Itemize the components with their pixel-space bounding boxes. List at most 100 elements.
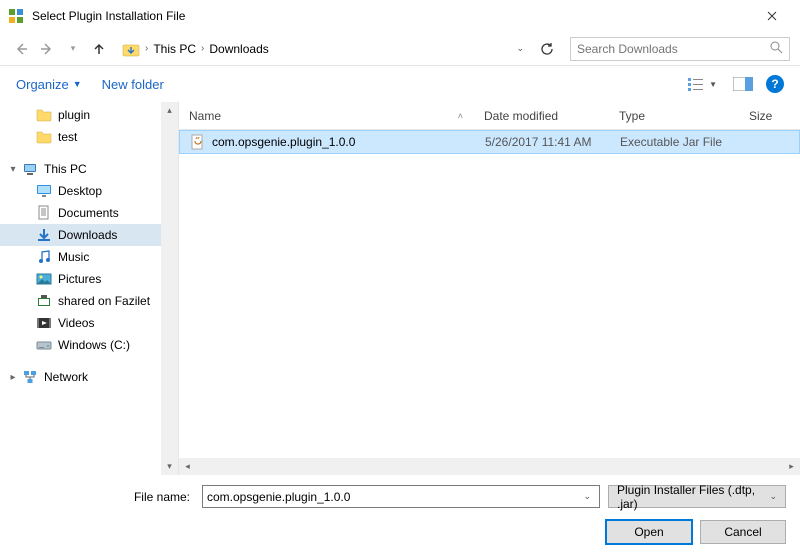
- filename-input[interactable]: [207, 490, 579, 504]
- help-icon: ?: [771, 77, 778, 91]
- help-button[interactable]: ?: [766, 75, 784, 93]
- tree-item-this-pc[interactable]: ▾ This PC: [0, 158, 178, 180]
- column-date[interactable]: Date modified: [474, 102, 609, 129]
- breadcrumb[interactable]: › This PC › Downloads ⌄: [118, 37, 528, 61]
- column-size[interactable]: Size: [739, 102, 800, 129]
- chevron-down-icon: ▼: [73, 79, 82, 89]
- tree-scrollbar[interactable]: ▴ ▾: [161, 102, 178, 475]
- file-date: 5/26/2017 11:41 AM: [475, 135, 610, 149]
- file-name: com.opsgenie.plugin_1.0.0: [212, 135, 355, 149]
- expand-icon[interactable]: ▸: [8, 372, 18, 383]
- arrow-up-icon: [92, 42, 106, 56]
- cancel-button[interactable]: Cancel: [700, 520, 786, 544]
- open-button[interactable]: Open: [606, 520, 692, 544]
- open-label: Open: [634, 525, 663, 539]
- filename-combobox[interactable]: ⌄: [202, 485, 600, 508]
- column-type[interactable]: Type: [609, 102, 739, 129]
- tree-item-label: This PC: [44, 162, 87, 176]
- tree-item-label: Downloads: [58, 228, 117, 242]
- main-area: plugin test ▾ This PC Desktop Documents Downlo…: [0, 102, 800, 475]
- videos-icon: [36, 315, 52, 331]
- tree-item-pictures[interactable]: Pictures: [0, 268, 178, 290]
- breadcrumb-folder[interactable]: Downloads: [209, 42, 268, 56]
- tree-item-label: plugin: [58, 108, 90, 122]
- refresh-button[interactable]: [536, 38, 558, 60]
- column-name-label: Name: [189, 109, 221, 123]
- search-icon: [770, 41, 783, 57]
- back-button[interactable]: [10, 38, 32, 60]
- scroll-right-icon[interactable]: ▸: [783, 458, 800, 475]
- title-bar: Select Plugin Installation File: [0, 0, 800, 32]
- file-row[interactable]: com.opsgenie.plugin_1.0.0 5/26/2017 11:41…: [179, 130, 800, 154]
- file-list: Name˄ Date modified Type Size com.opsgen…: [178, 102, 800, 475]
- pictures-icon: [36, 271, 52, 287]
- tree-item-label: Documents: [58, 206, 119, 220]
- dialog-footer: File name: ⌄ Plugin Installer Files (.dt…: [0, 475, 800, 558]
- chevron-down-icon[interactable]: ⌄: [579, 491, 595, 502]
- file-hscrollbar[interactable]: ◂ ▸: [179, 458, 800, 475]
- new-folder-button[interactable]: New folder: [102, 77, 164, 92]
- tree-item-videos[interactable]: Videos: [0, 312, 178, 334]
- scroll-up-icon[interactable]: ▴: [161, 102, 178, 119]
- tree-item-music[interactable]: Music: [0, 246, 178, 268]
- tree-item-label: Network: [44, 370, 88, 384]
- search-input[interactable]: [577, 42, 770, 56]
- downloads-icon: [36, 227, 52, 243]
- tree-item-documents[interactable]: Documents: [0, 202, 178, 224]
- breadcrumb-root[interactable]: This PC: [153, 42, 196, 56]
- pc-icon: [22, 161, 38, 177]
- organize-menu[interactable]: Organize ▼: [16, 77, 82, 92]
- preview-pane-button[interactable]: [730, 73, 756, 95]
- folder-icon: [36, 129, 52, 145]
- file-type-filter[interactable]: Plugin Installer Files (.dtp, .jar) ⌄: [608, 485, 786, 508]
- tree-item-plugin[interactable]: plugin: [0, 104, 178, 126]
- collapse-icon[interactable]: ▾: [8, 164, 18, 175]
- search-box[interactable]: [570, 37, 790, 61]
- chevron-down-icon: ▾: [71, 43, 76, 54]
- chevron-down-icon[interactable]: ⌄: [516, 43, 524, 54]
- nav-bar: ▾ › This PC › Downloads ⌄: [0, 32, 800, 66]
- column-headers[interactable]: Name˄ Date modified Type Size: [179, 102, 800, 130]
- jar-file-icon: [190, 134, 206, 150]
- tree-item-downloads[interactable]: Downloads: [0, 224, 178, 246]
- tree-item-shared-on-fazilet[interactable]: shared on Fazilet: [0, 290, 178, 312]
- disk-icon: [36, 337, 52, 353]
- column-date-label: Date modified: [484, 109, 558, 123]
- recent-button[interactable]: ▾: [62, 38, 84, 60]
- arrow-left-icon: [14, 42, 28, 56]
- scroll-left-icon[interactable]: ◂: [179, 458, 196, 475]
- tree-item-desktop[interactable]: Desktop: [0, 180, 178, 202]
- tree-item-windows-c-[interactable]: Windows (C:): [0, 334, 178, 356]
- view-list-icon: [687, 76, 707, 92]
- tree-item-label: Music: [58, 250, 89, 264]
- column-name[interactable]: Name˄: [179, 102, 474, 129]
- cancel-label: Cancel: [724, 525, 761, 539]
- filename-label: File name:: [14, 490, 194, 504]
- view-options-button[interactable]: ▼: [684, 73, 720, 95]
- chevron-down-icon: ▼: [709, 80, 717, 89]
- tree-item-label: Pictures: [58, 272, 101, 286]
- nav-tree[interactable]: plugin test ▾ This PC Desktop Documents Downlo…: [0, 102, 178, 475]
- tree-item-test[interactable]: test: [0, 126, 178, 148]
- tree-item-label: shared on Fazilet: [58, 294, 150, 308]
- app-icon: [8, 8, 24, 24]
- chevron-right-icon: ›: [142, 43, 151, 54]
- tree-item-label: Windows (C:): [58, 338, 130, 352]
- scroll-down-icon[interactable]: ▾: [161, 458, 178, 475]
- tree-item-network[interactable]: ▸ Network: [0, 366, 178, 388]
- tree-item-label: Videos: [58, 316, 94, 330]
- tree-item-label: test: [58, 130, 77, 144]
- forward-button[interactable]: [36, 38, 58, 60]
- chevron-down-icon: ⌄: [769, 491, 777, 502]
- refresh-icon: [540, 42, 554, 56]
- toolbar: Organize ▼ New folder ▼ ?: [0, 66, 800, 102]
- tree-item-label: Desktop: [58, 184, 102, 198]
- organize-label: Organize: [16, 77, 69, 92]
- up-button[interactable]: [88, 38, 110, 60]
- scroll-track[interactable]: [196, 458, 783, 475]
- desktop-icon: [36, 183, 52, 199]
- preview-pane-icon: [733, 77, 753, 91]
- documents-icon: [36, 205, 52, 221]
- close-button[interactable]: [752, 2, 792, 30]
- scroll-track[interactable]: [161, 119, 178, 458]
